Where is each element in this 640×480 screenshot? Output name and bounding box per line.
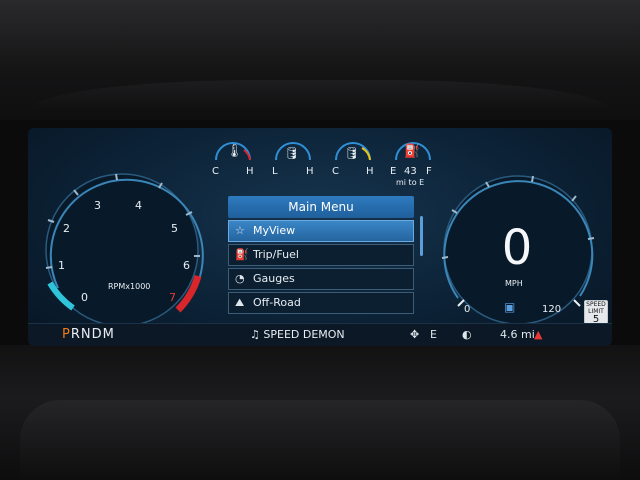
tach-unit-label: RPMx1000 xyxy=(108,282,151,291)
menu-item-gauges[interactable]: ◔ Gauges xyxy=(228,268,414,290)
track-title: SPEED DEMON xyxy=(263,328,345,341)
status-bar: PRNDM ♫ SPEED DEMON ✥ E ◐ 4.6 mi ▲ xyxy=(28,323,612,346)
fuel-empty-label: E xyxy=(390,166,397,177)
tachometer xyxy=(45,173,204,327)
tach-tick-5: 5 xyxy=(171,222,178,235)
dashboard-bezel-bottom xyxy=(0,345,640,480)
coolant-high-label: H xyxy=(246,166,254,177)
speed-limit-sign: SPEED LIMIT 5 xyxy=(584,300,608,325)
tach-tick-3: 3 xyxy=(94,199,101,212)
speed-max-label: 120 xyxy=(542,304,562,315)
coolant-low-label: C xyxy=(212,166,219,177)
tach-tick-7: 7 xyxy=(169,291,176,304)
fuel-full-label: F xyxy=(426,166,432,177)
menu-item-label: Off-Road xyxy=(253,296,301,309)
seatbelt-warning-icon: ▲ xyxy=(534,328,543,341)
menu-item-off-road[interactable]: ⛰ Off-Road xyxy=(228,292,414,314)
menu-item-label: MyView xyxy=(253,224,296,237)
dashboard-bezel-top xyxy=(0,0,640,120)
star-icon: ☆ xyxy=(235,224,245,237)
tach-tick-1: 1 xyxy=(58,259,65,272)
speed-readout: 0 xyxy=(501,220,533,276)
vehicle-icon: ▣ xyxy=(504,300,516,314)
oil-temp-high-label: H xyxy=(366,166,374,177)
gear-rest: RNDM xyxy=(70,327,115,342)
oil-pressure-low-label: L xyxy=(272,166,278,177)
speed-limit-top: SPEED xyxy=(586,301,606,308)
oil-temp-low-label: C xyxy=(332,166,339,177)
main-menu: Main Menu ☆ MyView ⛽ Trip/Fuel ◔ Gauges … xyxy=(228,196,414,314)
gear-active: P xyxy=(62,327,71,342)
trip-distance: 4.6 mi xyxy=(500,328,535,341)
instrument-cluster-screen: 🌡 C H 🛢 L H 🛢 C H ⛽ E 43 F mi to E 0 1 2… xyxy=(28,128,612,346)
compass-icon: ✥ xyxy=(410,328,420,341)
tach-tick-6: 6 xyxy=(183,259,190,272)
oil-temp-icon: 🛢 xyxy=(344,146,360,160)
now-playing: ♫ SPEED DEMON xyxy=(250,328,345,341)
music-note-icon: ♫ xyxy=(250,328,260,341)
speed-min-label: 0 xyxy=(464,304,471,315)
tach-tick-2: 2 xyxy=(63,222,70,235)
gear-indicator: PRNDM xyxy=(62,327,115,342)
menu-item-label: Trip/Fuel xyxy=(253,248,299,261)
compass-heading: E xyxy=(430,328,437,341)
fuel-range-value: 43 xyxy=(404,166,417,177)
menu-item-trip-fuel[interactable]: ⛽ Trip/Fuel xyxy=(228,244,414,266)
tach-tick-0: 0 xyxy=(81,291,88,304)
fuel-pump-icon: ⛽ xyxy=(235,248,249,261)
oil-pressure-icon: 🛢 xyxy=(284,146,300,160)
menu-scrollbar[interactable] xyxy=(420,216,423,256)
fuel-icon: ⛽ xyxy=(404,144,421,159)
off-road-icon: ⛰ xyxy=(235,296,245,309)
speed-unit-label: MPH xyxy=(505,279,523,288)
menu-item-label: Gauges xyxy=(253,272,295,285)
small-gauges xyxy=(215,142,431,161)
trip-icon: ◐ xyxy=(462,328,472,341)
fuel-range-label: mi to E xyxy=(396,178,425,187)
menu-item-myview[interactable]: ☆ MyView xyxy=(228,220,414,242)
tach-tick-4: 4 xyxy=(135,199,142,212)
oil-pressure-high-label: H xyxy=(306,166,314,177)
coolant-temp-icon: 🌡 xyxy=(226,144,243,159)
main-menu-title: Main Menu xyxy=(228,196,414,218)
gauge-icon: ◔ xyxy=(235,272,245,285)
